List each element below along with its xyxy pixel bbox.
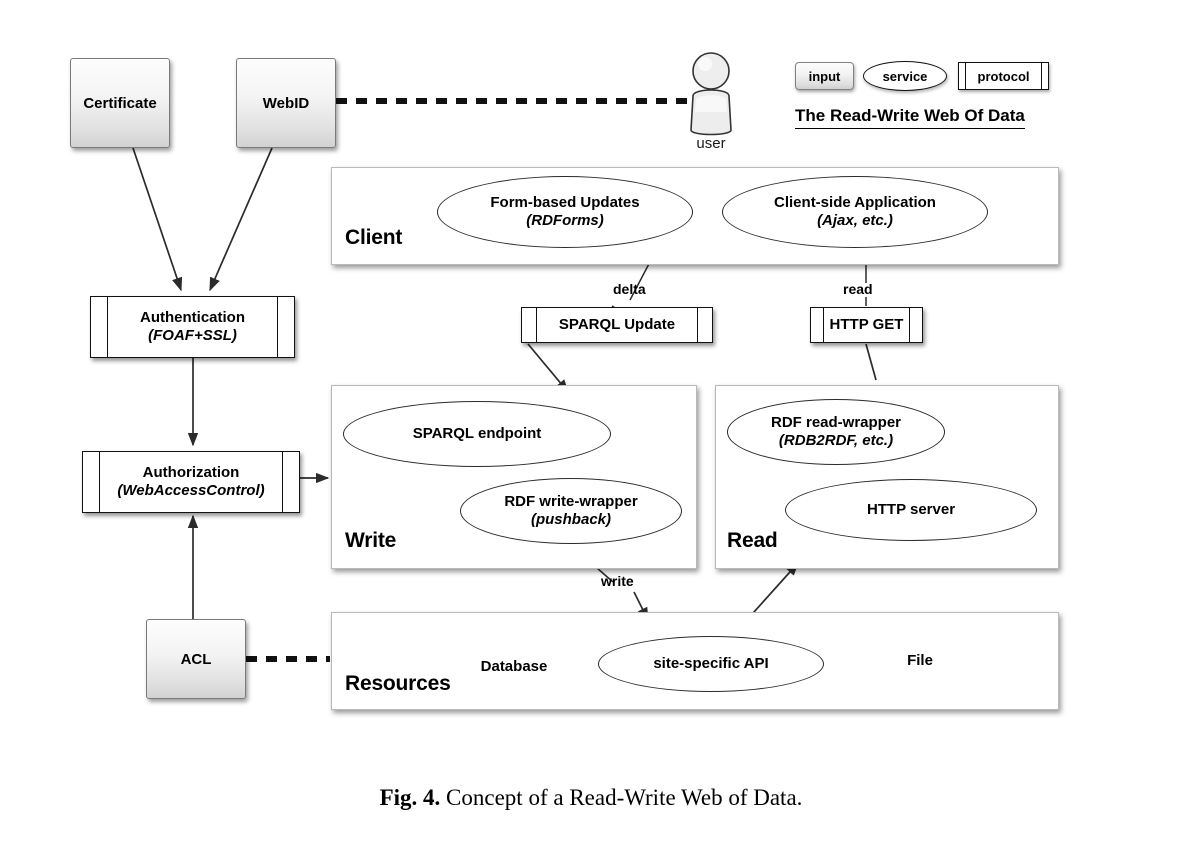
service-rdf-write-wrapper[interactable]: RDF write-wrapper (pushback) (460, 478, 682, 544)
resource-database[interactable]: Database (480, 627, 548, 700)
service-title: RDF read-wrapper (770, 414, 902, 431)
resource-file[interactable]: File (894, 624, 946, 697)
protocol-cap-left (83, 452, 100, 512)
service-subtitle: (pushback) (530, 511, 611, 528)
service-subtitle: (Ajax, etc.) (817, 212, 893, 229)
input-box-acl[interactable]: ACL (146, 619, 246, 699)
panel-label-resources: Resources (345, 672, 451, 695)
edge-webid-authentication (209, 147, 273, 292)
authorization-subtitle: (WebAccessControl) (117, 482, 265, 499)
protocol-cap-right (697, 308, 712, 342)
http-get-label: HTTP GET (829, 316, 904, 334)
service-title: HTTP server (866, 501, 956, 518)
input-box-certificate[interactable]: Certificate (70, 58, 170, 148)
flow-label-read: read (843, 281, 873, 297)
edge-read-panel-httpget (865, 343, 877, 381)
legend-label-protocol: protocol (977, 68, 1030, 84)
service-sparql-endpoint[interactable]: SPARQL endpoint (343, 401, 611, 467)
panel-label-write: Write (345, 529, 397, 552)
resource-site-specific-api[interactable]: site-specific API (598, 636, 824, 692)
protocol-cap-left (811, 308, 824, 342)
protocol-cap-left (91, 297, 108, 357)
edge-certificate-authentication (132, 147, 183, 292)
user-icon (690, 52, 732, 136)
panel-label-client: Client (345, 226, 403, 249)
database-label: Database (480, 658, 548, 675)
service-title: Client-side Application (774, 194, 936, 211)
protocol-box-sparql-update[interactable]: SPARQL Update (521, 307, 713, 343)
protocol-cap-right (277, 297, 294, 357)
protocol-box-http-get[interactable]: HTTP GET (810, 307, 923, 343)
caption-text: Concept of a Read-Write Web of Data. (440, 785, 803, 810)
input-label-acl: ACL (180, 650, 212, 668)
legend-item-protocol: protocol (958, 62, 1049, 90)
sparql-update-label: SPARQL Update (558, 316, 676, 334)
service-title: RDF write-wrapper (504, 493, 638, 510)
service-form-based-updates[interactable]: Form-based Updates (RDForms) (437, 176, 693, 248)
service-client-side-application[interactable]: Client-side Application (Ajax, etc.) (722, 176, 988, 248)
service-rdf-read-wrapper[interactable]: RDF read-wrapper (RDB2RDF, etc.) (727, 399, 945, 465)
caption-label: Fig. 4. (379, 785, 441, 810)
figure-caption: Fig. 4. Concept of a Read-Write Web of D… (0, 785, 1182, 811)
service-title: Form-based Updates (490, 194, 640, 211)
flow-label-write: write (601, 573, 634, 589)
legend-protocol-cap-right (1041, 63, 1048, 89)
input-box-webid[interactable]: WebID (236, 58, 336, 148)
site-specific-api-label: site-specific API (653, 655, 769, 672)
legend-label-service: service (882, 68, 928, 84)
flow-label-delta: delta (613, 281, 646, 297)
service-title: SPARQL endpoint (412, 425, 542, 442)
service-subtitle-read-wrapper: (RDB2RDF, etc.) (778, 432, 894, 449)
protocol-box-authorization[interactable]: Authorization (WebAccessControl) (82, 451, 300, 513)
legend-item-input: input (795, 62, 854, 90)
authentication-subtitle: (FOAF+SSL) (148, 327, 237, 344)
legend-label-input: input (808, 68, 841, 84)
legend-title: The Read-Write Web Of Data (795, 106, 1025, 129)
legend-protocol-cap-left (959, 63, 966, 89)
protocol-box-authentication[interactable]: Authentication (FOAF+SSL) (90, 296, 295, 358)
authorization-title: Authorization (142, 464, 240, 482)
input-label-certificate: Certificate (83, 94, 157, 112)
legend-item-service: service (863, 61, 947, 91)
panel-label-read: Read (727, 529, 778, 552)
file-label: File (907, 652, 933, 669)
input-label-webid: WebID (262, 94, 310, 112)
authentication-title: Authentication (140, 309, 245, 327)
protocol-cap-right (909, 308, 922, 342)
protocol-cap-left (522, 308, 537, 342)
service-subtitle: (RDForms) (526, 212, 604, 229)
figure-canvas: Certificate WebID ACL Authentication (FO… (0, 0, 1182, 846)
user-label: user (696, 135, 726, 152)
service-http-server[interactable]: HTTP server (785, 479, 1037, 541)
protocol-cap-right (282, 452, 299, 512)
